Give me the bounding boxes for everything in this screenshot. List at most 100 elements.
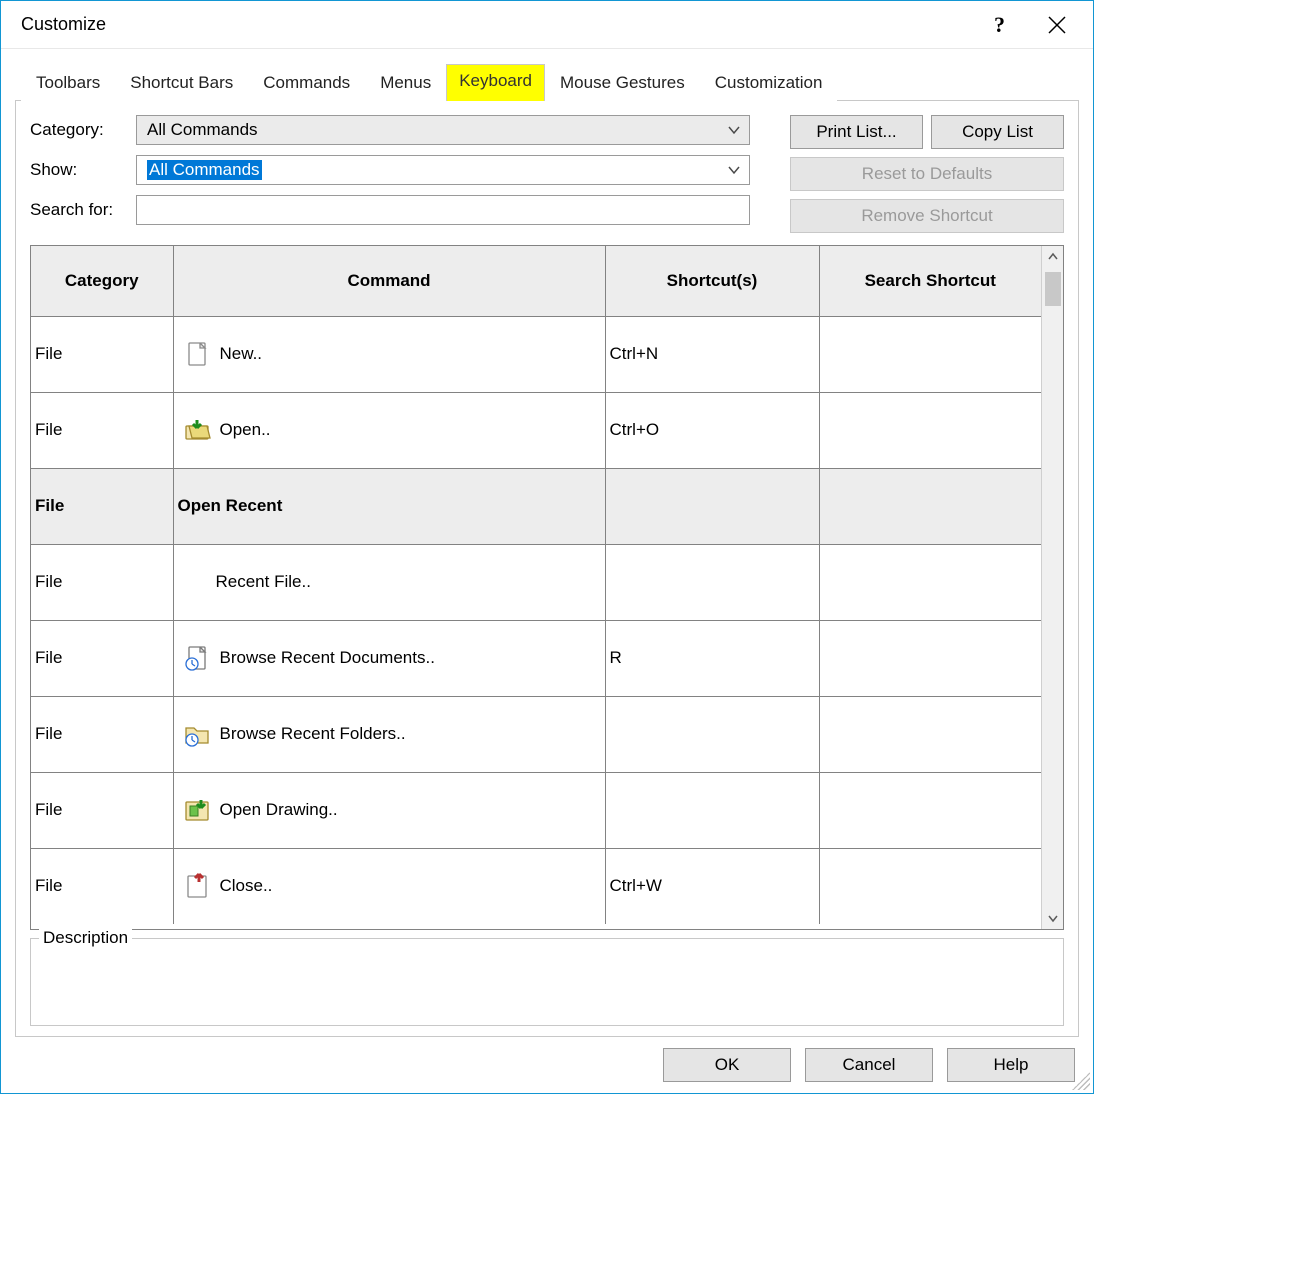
titlebar: Customize ?: [1, 1, 1093, 49]
category-value: All Commands: [147, 120, 258, 140]
col-search-shortcut[interactable]: Search Shortcut: [819, 246, 1041, 316]
cell-command: Recent File..: [173, 544, 605, 620]
cell-category: File: [31, 696, 173, 772]
cell-search-shortcut: [819, 772, 1041, 848]
show-label: Show:: [30, 160, 136, 180]
table-row[interactable]: File Browse Recent Documents.. R: [31, 620, 1041, 696]
search-input[interactable]: [147, 196, 741, 224]
table-row[interactable]: FileClose..Ctrl+W: [31, 848, 1041, 924]
cell-category: File: [31, 848, 173, 924]
table-row[interactable]: File Open.. Ctrl+O: [31, 392, 1041, 468]
cell-category: File: [31, 316, 173, 392]
command-text: Browse Recent Documents..: [220, 648, 435, 668]
cell-shortcut: [605, 772, 819, 848]
close-icon[interactable]: [1035, 3, 1079, 47]
cell-search-shortcut: [819, 316, 1041, 392]
dialog-footer: OK Cancel Help: [1, 1037, 1093, 1093]
shortcut-table: Category Command Shortcut(s) Search Shor…: [31, 246, 1041, 924]
cell-search-shortcut: [819, 696, 1041, 772]
tab-commands[interactable]: Commands: [248, 64, 365, 101]
table-row[interactable]: File New.. Ctrl+N: [31, 316, 1041, 392]
dialog-body: Toolbars Shortcut Bars Commands Menus Ke…: [1, 49, 1093, 1037]
remove-shortcut-button: Remove Shortcut: [790, 199, 1064, 233]
col-command[interactable]: Command: [173, 246, 605, 316]
drawing-icon: [182, 795, 212, 825]
filter-fields: Category: All Commands Show: All Command…: [30, 115, 750, 235]
doc-clock-icon: [182, 643, 212, 673]
command-text: New..: [220, 344, 263, 364]
tab-customization[interactable]: Customization: [700, 64, 838, 101]
table-row[interactable]: File Open Drawing..: [31, 772, 1041, 848]
tab-toolbars[interactable]: Toolbars: [21, 64, 115, 101]
vertical-scrollbar[interactable]: [1041, 246, 1063, 929]
cell-category: File: [31, 544, 173, 620]
cell-search-shortcut: [819, 544, 1041, 620]
cell-search-shortcut: [819, 848, 1041, 924]
description-label: Description: [39, 928, 132, 948]
resize-grip-icon[interactable]: [1072, 1072, 1090, 1090]
cell-category: File: [31, 620, 173, 696]
table-row[interactable]: File Recent File..: [31, 544, 1041, 620]
scroll-thumb[interactable]: [1045, 272, 1061, 306]
category-label: Category:: [30, 120, 136, 140]
scroll-down-icon[interactable]: [1042, 907, 1064, 929]
scroll-up-icon[interactable]: [1042, 246, 1064, 268]
cell-shortcut: Ctrl+O: [605, 392, 819, 468]
shortcut-table-scroll: Category Command Shortcut(s) Search Shor…: [31, 246, 1041, 929]
command-text: Open..: [220, 420, 271, 440]
help-icon[interactable]: ?: [986, 8, 1013, 42]
close-doc-icon: [182, 871, 212, 901]
print-list-button[interactable]: Print List...: [790, 115, 923, 149]
chevron-down-icon: [727, 163, 741, 177]
command-text: Open Drawing..: [220, 800, 338, 820]
cell-shortcut: R: [605, 620, 819, 696]
command-text: Recent File..: [216, 572, 311, 592]
doc-icon: [182, 339, 212, 369]
cancel-button[interactable]: Cancel: [805, 1048, 933, 1082]
ok-button[interactable]: OK: [663, 1048, 791, 1082]
cell-command: Open Recent: [173, 468, 605, 544]
tab-menus[interactable]: Menus: [365, 64, 446, 101]
search-label: Search for:: [30, 200, 136, 220]
show-value: All Commands: [147, 160, 262, 180]
customize-window: Customize ? Toolbars Shortcut Bars Comma…: [0, 0, 1094, 1094]
shortcut-table-wrap: Category Command Shortcut(s) Search Shor…: [30, 245, 1064, 930]
col-shortcuts[interactable]: Shortcut(s): [605, 246, 819, 316]
cell-command: New..: [173, 316, 605, 392]
cell-shortcut: [605, 468, 819, 544]
search-input-wrap: [136, 195, 750, 225]
cell-search-shortcut: [819, 468, 1041, 544]
description-box: Description: [30, 938, 1064, 1026]
cell-search-shortcut: [819, 620, 1041, 696]
command-text: Browse Recent Folders..: [220, 724, 406, 744]
cell-search-shortcut: [819, 392, 1041, 468]
tab-mouse-gestures[interactable]: Mouse Gestures: [545, 64, 700, 101]
show-dropdown[interactable]: All Commands: [136, 155, 750, 185]
cell-shortcut: Ctrl+W: [605, 848, 819, 924]
table-row[interactable]: FileOpen Recent: [31, 468, 1041, 544]
tabstrip: Toolbars Shortcut Bars Commands Menus Ke…: [15, 63, 1079, 101]
tab-panel: Category: All Commands Show: All Command…: [15, 101, 1079, 1037]
cell-command: Open..: [173, 392, 605, 468]
titlebar-controls: ?: [986, 3, 1079, 47]
table-row[interactable]: File Browse Recent Folders..: [31, 696, 1041, 772]
cell-shortcut: Ctrl+N: [605, 316, 819, 392]
col-category[interactable]: Category: [31, 246, 173, 316]
cell-category: File: [31, 392, 173, 468]
tab-shortcut-bars[interactable]: Shortcut Bars: [115, 64, 248, 101]
cell-shortcut: [605, 544, 819, 620]
reset-defaults-button: Reset to Defaults: [790, 157, 1064, 191]
cell-command: Open Drawing..: [173, 772, 605, 848]
cell-shortcut: [605, 696, 819, 772]
copy-list-button[interactable]: Copy List: [931, 115, 1064, 149]
cell-category: File: [31, 468, 173, 544]
cell-category: File: [31, 772, 173, 848]
open-icon: [182, 415, 212, 445]
category-dropdown[interactable]: All Commands: [136, 115, 750, 145]
help-button[interactable]: Help: [947, 1048, 1075, 1082]
cell-command: Browse Recent Folders..: [173, 696, 605, 772]
tab-keyboard[interactable]: Keyboard: [446, 64, 545, 101]
filter-area: Category: All Commands Show: All Command…: [30, 115, 1064, 235]
folder-clock-icon: [182, 719, 212, 749]
action-buttons: Print List... Copy List Reset to Default…: [790, 115, 1064, 235]
